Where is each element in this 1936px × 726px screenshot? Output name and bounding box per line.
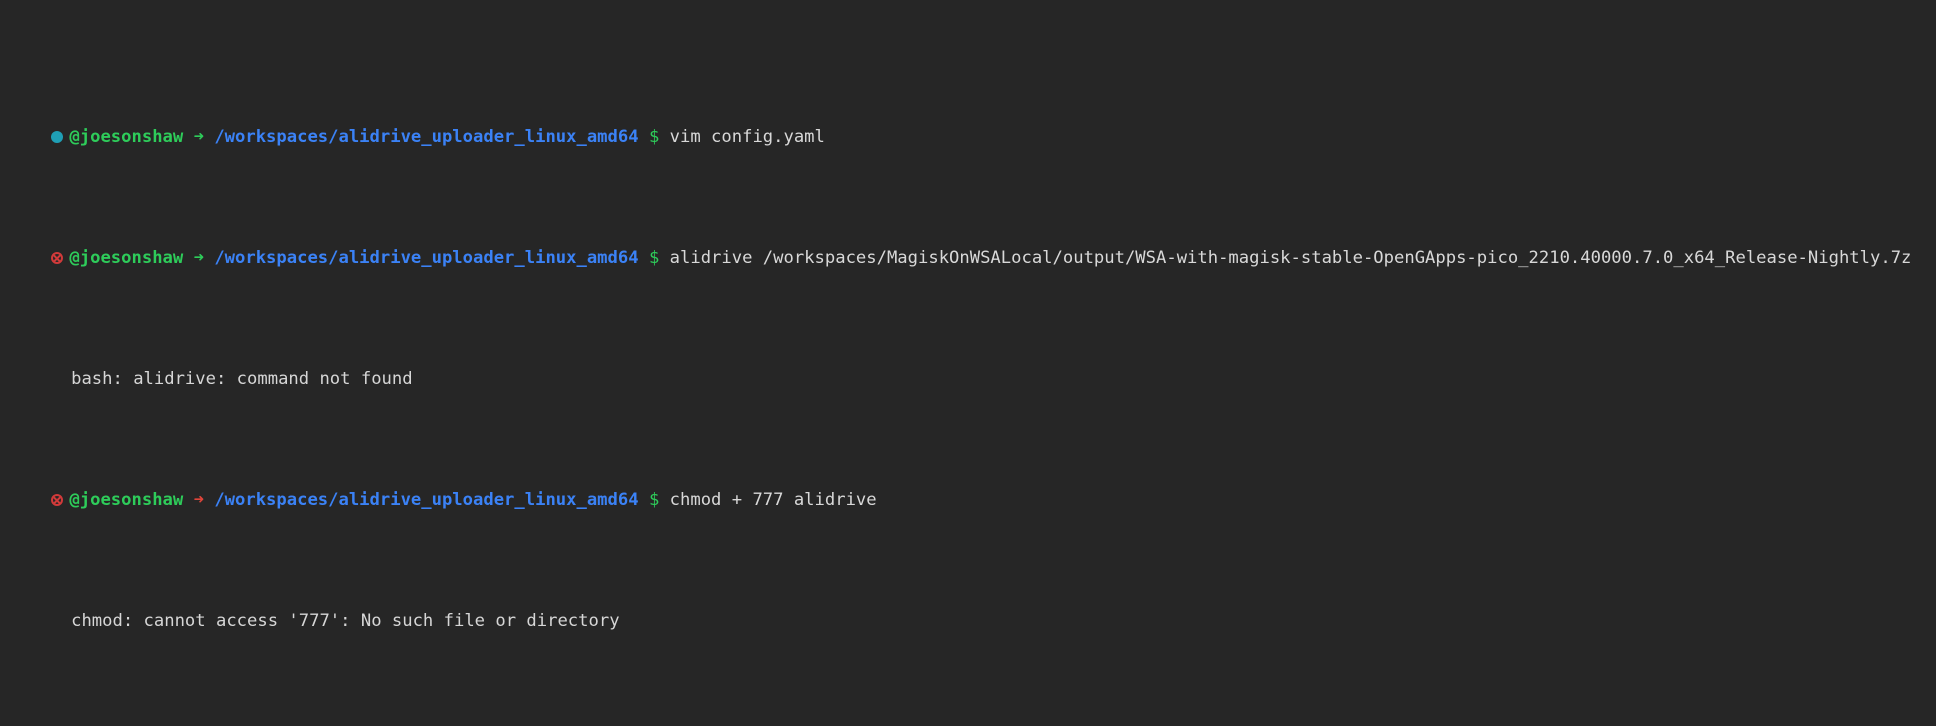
output-text: chmod: cannot access '777': No such file… (71, 611, 620, 632)
terminal-line-prompt: @joesonshaw ➜ /workspaces/alidrive_uploa… (0, 101, 1936, 147)
prompt-dollar: $ (648, 127, 660, 148)
prompt-arrow-icon: ➜ (193, 248, 204, 269)
prompt-user: @joesonshaw (69, 127, 184, 148)
prompt-path: /workspaces/alidrive_uploader_linux_amd6… (214, 490, 639, 511)
terminal-line-output: bash: alidrive: command not found (0, 343, 1936, 389)
command-text: vim config.yaml (669, 127, 825, 148)
status-error-icon (50, 251, 65, 266)
terminal-line-prompt: @joesonshaw ➜ /workspaces/alidrive_uploa… (0, 464, 1936, 510)
prompt-user: @joesonshaw (69, 490, 184, 511)
prompt-path: /workspaces/alidrive_uploader_linux_amd6… (214, 248, 639, 269)
terminal-window[interactable]: @joesonshaw ➜ /workspaces/alidrive_uploa… (0, 0, 1936, 726)
prompt-path: /workspaces/alidrive_uploader_linux_amd6… (214, 127, 639, 148)
terminal-line-output: chmod: cannot access '777': No such file… (0, 585, 1936, 631)
prompt-user: @joesonshaw (69, 248, 184, 269)
status-error-icon (50, 493, 65, 508)
prompt-dollar: $ (648, 248, 660, 269)
terminal-line-prompt: @joesonshaw ➜ /workspaces/alidrive_uploa… (0, 706, 1936, 726)
status-ok-icon (50, 130, 65, 145)
prompt-dollar: $ (648, 490, 660, 511)
command-text: chmod + 777 alidrive (669, 490, 877, 511)
prompt-arrow-icon: ➜ (193, 490, 204, 511)
terminal-line-prompt: @joesonshaw ➜ /workspaces/alidrive_uploa… (0, 222, 1936, 268)
output-text: bash: alidrive: command not found (71, 369, 413, 390)
prompt-arrow-icon: ➜ (193, 127, 204, 148)
command-text: alidrive /workspaces/MagiskOnWSALocal/ou… (669, 248, 1912, 269)
